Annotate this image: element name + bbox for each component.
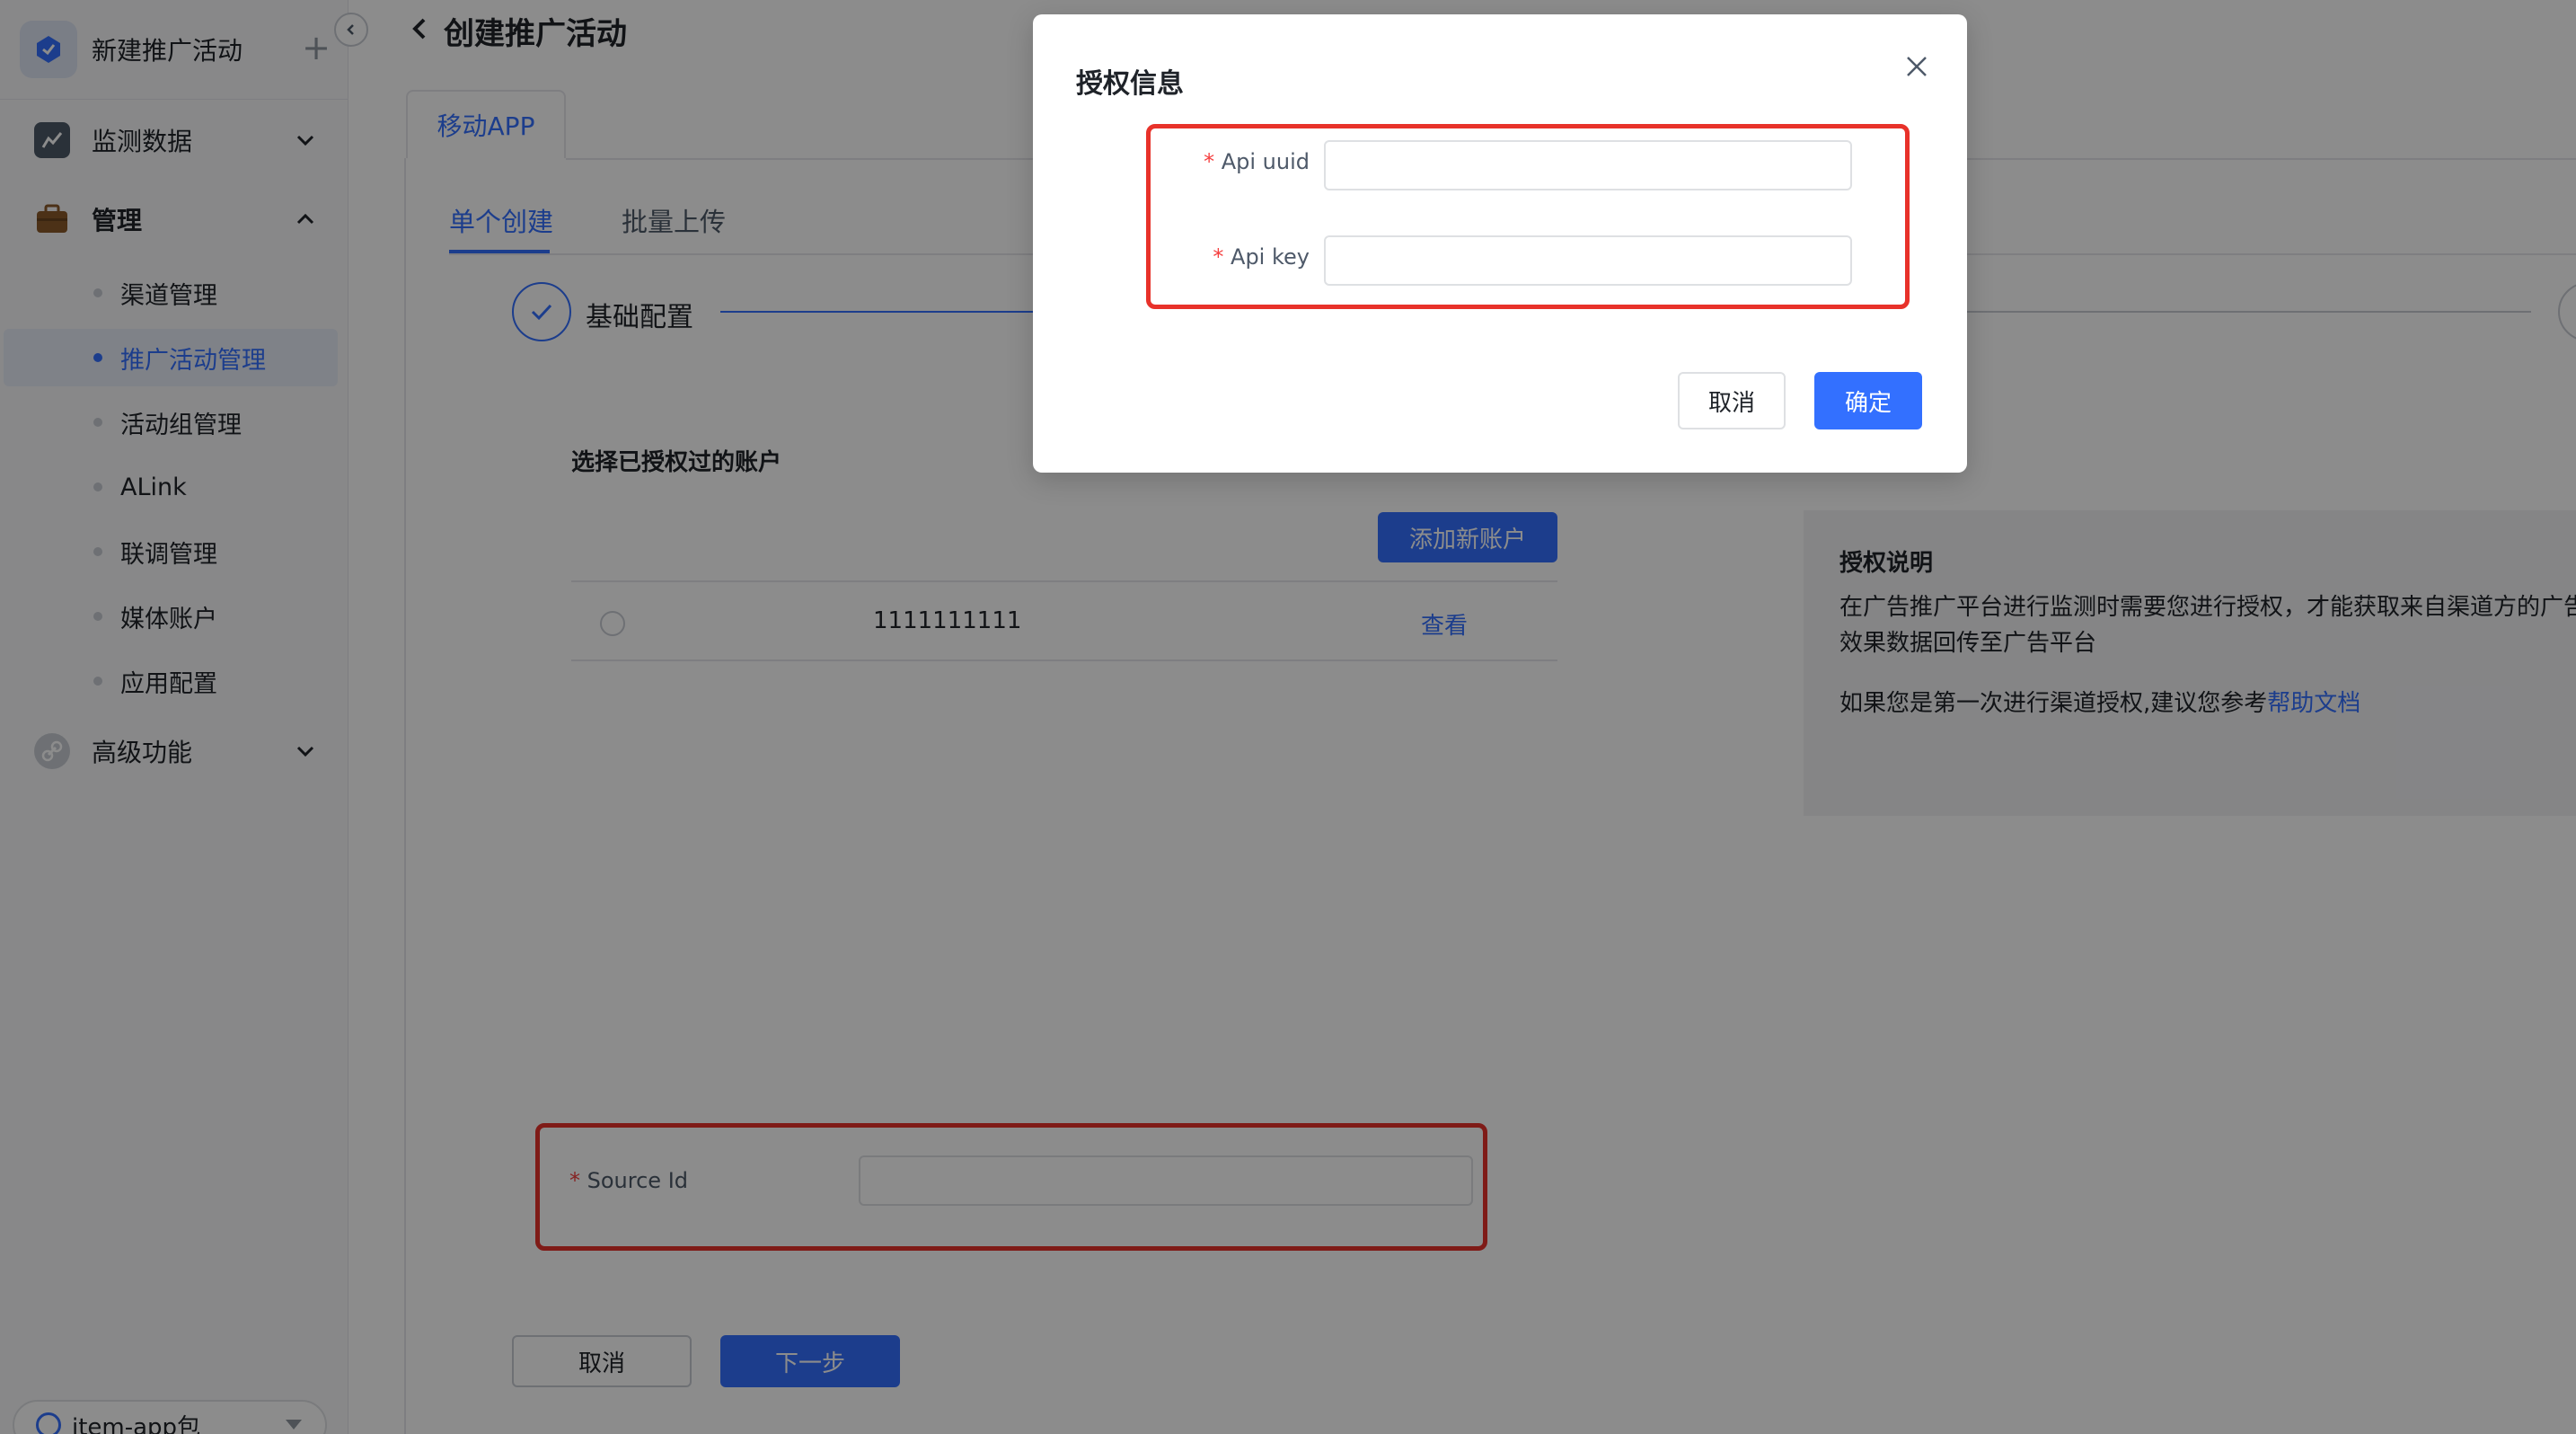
api-key-input[interactable] bbox=[1324, 235, 1852, 286]
modal-confirm-button[interactable]: 确定 bbox=[1814, 372, 1922, 429]
modal-cancel-button[interactable]: 取消 bbox=[1678, 372, 1786, 429]
api-key-text: Api key bbox=[1231, 244, 1310, 270]
api-uuid-label: * Api uuid bbox=[1141, 149, 1310, 174]
api-uuid-text: Api uuid bbox=[1221, 149, 1310, 174]
modal-title: 授权信息 bbox=[1076, 68, 1184, 100]
api-key-label: * Api key bbox=[1141, 244, 1310, 270]
required-mark: * bbox=[1204, 149, 1215, 174]
required-mark: * bbox=[1213, 244, 1224, 270]
auth-modal: 授权信息 * Api uuid * Api key 取消 确定 bbox=[1033, 14, 1967, 473]
close-icon[interactable] bbox=[1901, 50, 1933, 83]
api-uuid-input[interactable] bbox=[1324, 140, 1852, 190]
